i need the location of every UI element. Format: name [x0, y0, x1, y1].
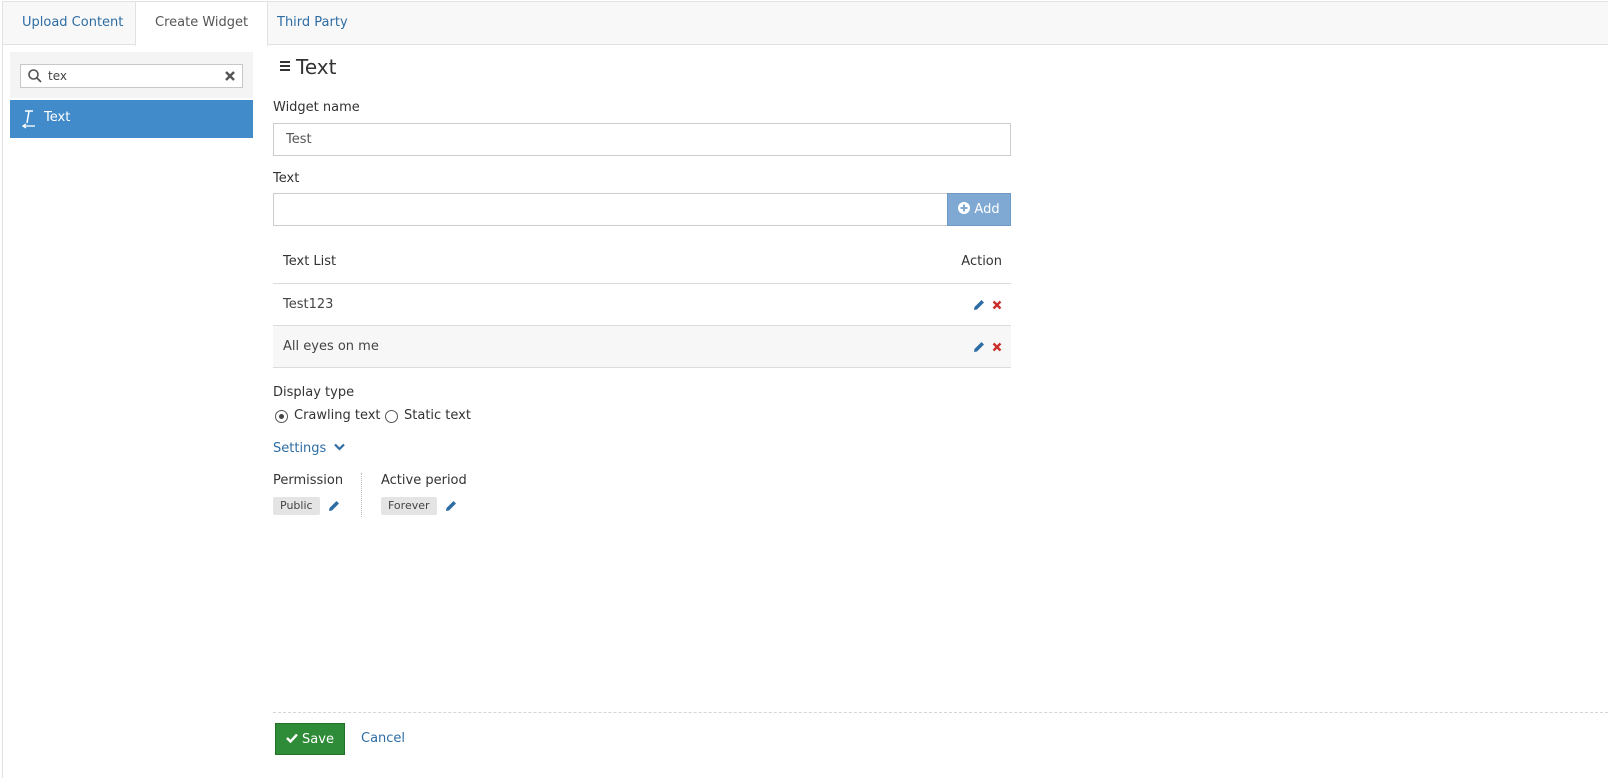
widget-name-input[interactable]	[273, 123, 1011, 156]
radio-circle	[275, 410, 288, 423]
add-text-button[interactable]: Add	[947, 193, 1011, 226]
save-button[interactable]: Save	[275, 723, 345, 755]
action-header: Action	[961, 254, 1002, 269]
pencil-icon[interactable]	[973, 341, 985, 353]
table-row: All eyes on me	[273, 326, 1011, 368]
text-list-table: Text List Action Test123 All eyes on me	[273, 241, 1011, 368]
page-title-text: Text	[296, 55, 337, 79]
footer-divider	[273, 712, 1608, 713]
row-text: All eyes on me	[283, 339, 379, 354]
pencil-icon[interactable]	[973, 299, 985, 311]
page-title: Text	[279, 55, 336, 79]
text-cursor-icon	[21, 110, 35, 129]
search-box	[20, 64, 243, 88]
settings-toggle[interactable]: Settings	[273, 441, 346, 456]
sidebar-item-label: Text	[44, 110, 71, 125]
delete-icon[interactable]	[992, 342, 1002, 352]
active-period-label: Active period	[381, 473, 467, 488]
search-container	[10, 52, 253, 98]
search-input[interactable]	[48, 67, 218, 85]
tab-create-widget[interactable]: Create Widget	[135, 2, 269, 46]
display-type-label: Display type	[273, 385, 355, 400]
tab-bar: Upload Content Create Widget Third Party	[3, 2, 1608, 46]
chevron-down-icon	[334, 443, 346, 451]
clear-search-icon[interactable]	[223, 69, 237, 83]
radio-label: Crawling text	[294, 408, 381, 423]
delete-icon[interactable]	[992, 300, 1002, 310]
text-field-label: Text	[273, 171, 300, 186]
search-icon	[28, 69, 42, 83]
add-button-label: Add	[974, 202, 1000, 217]
plus-circle-icon	[958, 202, 971, 214]
save-button-label: Save	[302, 731, 334, 747]
edit-permission-icon[interactable]	[328, 500, 340, 512]
widget-sidebar: Tex t	[10, 52, 253, 138]
text-list-header: Text List	[283, 254, 337, 269]
permission-badge: Public	[273, 497, 320, 515]
permission-label: Permission	[273, 473, 344, 488]
divider	[361, 473, 362, 517]
radio-label: Static text	[404, 408, 471, 423]
menu-lines-icon	[280, 61, 290, 71]
widget-name-label: Widget name	[273, 100, 360, 115]
cancel-link[interactable]: Cancel	[361, 731, 405, 746]
check-icon	[286, 733, 298, 743]
radio-circle	[385, 410, 398, 423]
edit-active-period-icon[interactable]	[445, 500, 457, 512]
text-input[interactable]	[273, 193, 948, 226]
sidebar-item-text[interactable]: Text	[10, 100, 253, 138]
table-row: Test123	[273, 284, 1011, 326]
tab-third-party[interactable]: Third Party	[258, 2, 367, 45]
active-period-badge: Forever	[381, 497, 437, 515]
table-header: Text List Action	[273, 241, 1011, 284]
tab-upload-content[interactable]: Upload Content	[3, 2, 142, 45]
row-text: Test123	[283, 297, 334, 312]
settings-label: Settings	[273, 441, 327, 456]
